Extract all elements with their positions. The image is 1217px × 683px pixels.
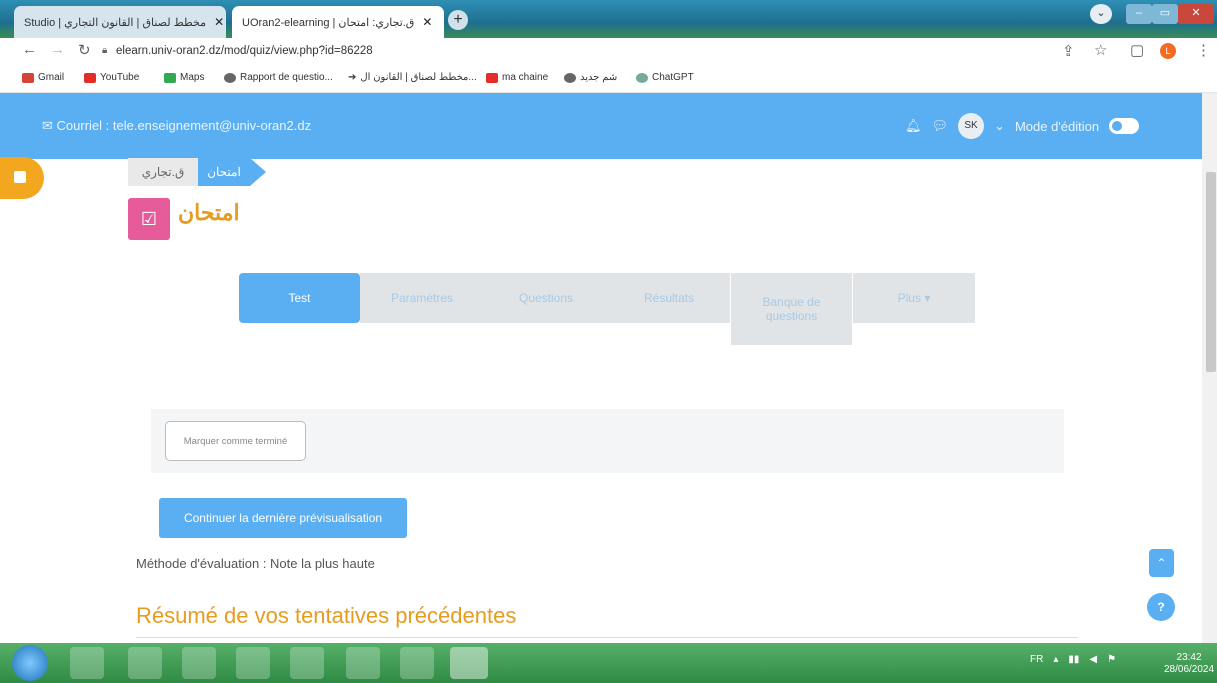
sidepanel-icon[interactable]: ▢ (1130, 41, 1144, 59)
signal-icon[interactable]: ▮▮ (1068, 654, 1079, 665)
chevron-up-icon[interactable]: ▴ (1053, 654, 1058, 665)
back-icon[interactable]: ← (22, 41, 37, 58)
clock-time: 23:42 (1176, 652, 1202, 663)
breadcrumb-current[interactable]: امتحان (198, 158, 250, 186)
system-tray: FR ▴ ▮▮ ◀ ⚑ (1030, 654, 1116, 665)
app-icon[interactable] (236, 647, 270, 679)
start-button[interactable] (12, 645, 48, 681)
new-tab-button[interactable]: + (448, 10, 468, 30)
tab-parametres[interactable]: Paramètres (360, 273, 484, 323)
bookmark-gmail[interactable]: Gmail (22, 72, 64, 83)
ie-icon[interactable] (70, 647, 104, 679)
tab-plus[interactable]: Plus ▾ (853, 273, 975, 323)
star-icon[interactable]: ☆ (1094, 41, 1107, 59)
tab-banque-questions[interactable]: Banque de questions (731, 273, 852, 345)
help-icon[interactable]: ? (1147, 593, 1175, 621)
media-player-icon[interactable] (182, 647, 216, 679)
bookmark-youtube[interactable]: YouTube (84, 72, 139, 83)
browser-tab-quiz[interactable]: UOran2-elearning | ق.تجاري: امتحان ✕ (232, 6, 444, 38)
breadcrumb-course[interactable]: ق.تجاري (128, 158, 198, 186)
word-icon[interactable] (400, 647, 434, 679)
network-app-icon[interactable] (346, 647, 380, 679)
globe-icon (564, 72, 576, 83)
quiz-icon: ☑ (128, 198, 170, 240)
menu-icon[interactable]: ⋮ (1196, 41, 1211, 59)
folder-icon[interactable] (128, 647, 162, 679)
chrome-icon[interactable] (450, 647, 488, 679)
bell-icon[interactable]: 🔔︎ (905, 118, 922, 134)
tab-questions[interactable]: Questions (484, 273, 608, 323)
header-email[interactable]: ✉ Courriel : tele.enseignement@univ-oran… (42, 118, 311, 134)
share-icon[interactable]: ⇪ (1062, 42, 1075, 60)
breadcrumb-arrow (250, 158, 266, 186)
studio-icon: ➔ (348, 72, 357, 83)
edit-mode-label: Mode d'édition (1014, 118, 1100, 134)
bookmark-studio[interactable]: ➔ مخطط لصناق | القانون ال... (348, 72, 477, 83)
grading-method: Méthode d'évaluation : Note la plus haut… (136, 556, 375, 571)
bookmark-chatgpt[interactable]: ChatGPT (636, 72, 694, 83)
lock-icon: 🔒︎ (102, 45, 108, 56)
close-window-button[interactable]: ✕ (1178, 4, 1214, 24)
chevron-down-icon[interactable]: ⌄ (994, 118, 1005, 134)
tab-label: Studio | مخطط لصناق | القانون التجاري (24, 16, 207, 29)
page-title: امتحان (178, 200, 240, 225)
volume-icon[interactable]: ◀ (1089, 654, 1097, 665)
bookmark-rapport[interactable]: Rapport de questio... (224, 72, 333, 83)
forward-icon[interactable]: → (50, 41, 65, 58)
mark-as-done-button[interactable]: Marquer comme terminé (165, 421, 306, 461)
header-user-area: 🔔︎ 💬︎ SK ⌄ Mode d'édition (905, 113, 1140, 139)
scrollbar-thumb[interactable] (1206, 172, 1216, 372)
maximize-button[interactable]: ▭ (1152, 4, 1178, 24)
continue-preview-button[interactable]: Continuer la dernière prévisualisation (159, 498, 407, 538)
youtube-icon (84, 72, 96, 83)
summary-heading: Résumé de vos tentatives précédentes (136, 603, 517, 628)
profile-avatar[interactable]: L (1160, 43, 1176, 59)
gmail-icon (22, 72, 34, 83)
reload-icon[interactable]: ↻ (78, 41, 91, 59)
bookmark-arabic[interactable]: شم جديد (564, 72, 617, 83)
browser-tab-studio[interactable]: Studio | مخطط لصناق | القانون التجاري ✕ (14, 6, 226, 38)
close-icon[interactable]: ✕ (422, 15, 432, 29)
bookmark-ma-chaine[interactable]: ma chaine (486, 72, 548, 83)
clock-date: 28/06/2024 (1164, 664, 1215, 675)
globe-icon (224, 72, 236, 83)
minimize-button[interactable]: – (1126, 4, 1152, 24)
firefox-icon[interactable] (290, 647, 324, 679)
chat-icon[interactable]: 💬︎ (932, 118, 949, 134)
url-field[interactable]: elearn.univ-oran2.dz/mod/quiz/view.php?i… (116, 45, 373, 57)
flag-icon[interactable]: ⚑ (1107, 654, 1116, 665)
maps-icon (164, 72, 176, 83)
mail-icon: ✉ (42, 118, 53, 133)
avatar[interactable]: SK (958, 113, 985, 139)
tab-search-icon[interactable]: ⌄ (1090, 4, 1112, 24)
tab-label: UOran2-elearning | ق.تجاري: امتحان (242, 16, 415, 29)
edit-mode-toggle[interactable] (1109, 118, 1140, 134)
close-icon[interactable]: ✕ (214, 15, 224, 29)
divider (136, 637, 1078, 638)
course-index-drawer-button[interactable] (0, 157, 44, 199)
arrow-up-icon[interactable]: ⌃ (1149, 549, 1174, 577)
bookmark-maps[interactable]: Maps (164, 72, 204, 83)
chatgpt-icon (636, 72, 648, 83)
taskbar-clock[interactable]: 23:42 28/06/2024 (1164, 652, 1214, 676)
youtube-icon (486, 72, 498, 83)
tab-test[interactable]: Test (239, 273, 360, 323)
tab-resultats[interactable]: Résultats (608, 273, 730, 323)
language-indicator[interactable]: FR (1030, 654, 1043, 665)
